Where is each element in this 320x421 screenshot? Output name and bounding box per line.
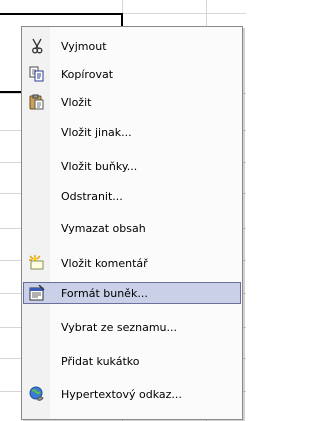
menu-item-label: Přidat kukátko <box>61 354 140 368</box>
menu-item-label: Vybrat ze seznamu... <box>61 320 177 334</box>
menu-item-label: Vymazat obsah <box>61 221 146 235</box>
menu-item-label: Vyjmout <box>61 39 107 53</box>
new-comment-icon <box>23 252 51 274</box>
context-menu: Vyjmout Kopírovat Vložit Vložit jinak... <box>21 26 243 420</box>
menu-item-label: Odstranit... <box>61 189 123 203</box>
menu-item-add-watch[interactable]: Přidat kukátko <box>23 350 241 372</box>
menu-item-label: Kopírovat <box>61 67 114 81</box>
menu-item-copy[interactable]: Kopírovat <box>23 63 241 85</box>
menu-item-format-cells[interactable]: Formát buněk... <box>23 282 241 304</box>
menu-item-hyperlink[interactable]: Hypertextový odkaz... <box>23 383 241 405</box>
menu-item-label: Formát buněk... <box>61 286 148 300</box>
menu-item-insert-cells[interactable]: Vložit buňky... <box>23 155 241 177</box>
menu-item-pick-from-list[interactable]: Vybrat ze seznamu... <box>23 316 241 338</box>
menu-item-label: Vložit jinak... <box>61 125 132 139</box>
menu-item-insert-comment[interactable]: Vložit komentář <box>23 252 241 274</box>
hyperlink-icon <box>23 383 51 405</box>
menu-item-cut[interactable]: Vyjmout <box>23 35 241 57</box>
menu-item-label: Vložit buňky... <box>61 159 138 173</box>
menu-item-label: Vložit komentář <box>61 256 148 270</box>
scissors-icon <box>23 35 51 57</box>
menu-item-delete[interactable]: Odstranit... <box>23 185 241 207</box>
menu-item-paste-special[interactable]: Vložit jinak... <box>23 121 241 143</box>
menu-item-paste[interactable]: Vložit <box>23 91 241 113</box>
menu-item-label: Hypertextový odkaz... <box>61 387 182 401</box>
copy-icon <box>23 63 51 85</box>
format-cells-icon <box>23 282 51 304</box>
menu-item-label: Vložit <box>61 95 92 109</box>
paste-icon <box>23 91 51 113</box>
menu-item-clear-contents[interactable]: Vymazat obsah <box>23 217 241 239</box>
